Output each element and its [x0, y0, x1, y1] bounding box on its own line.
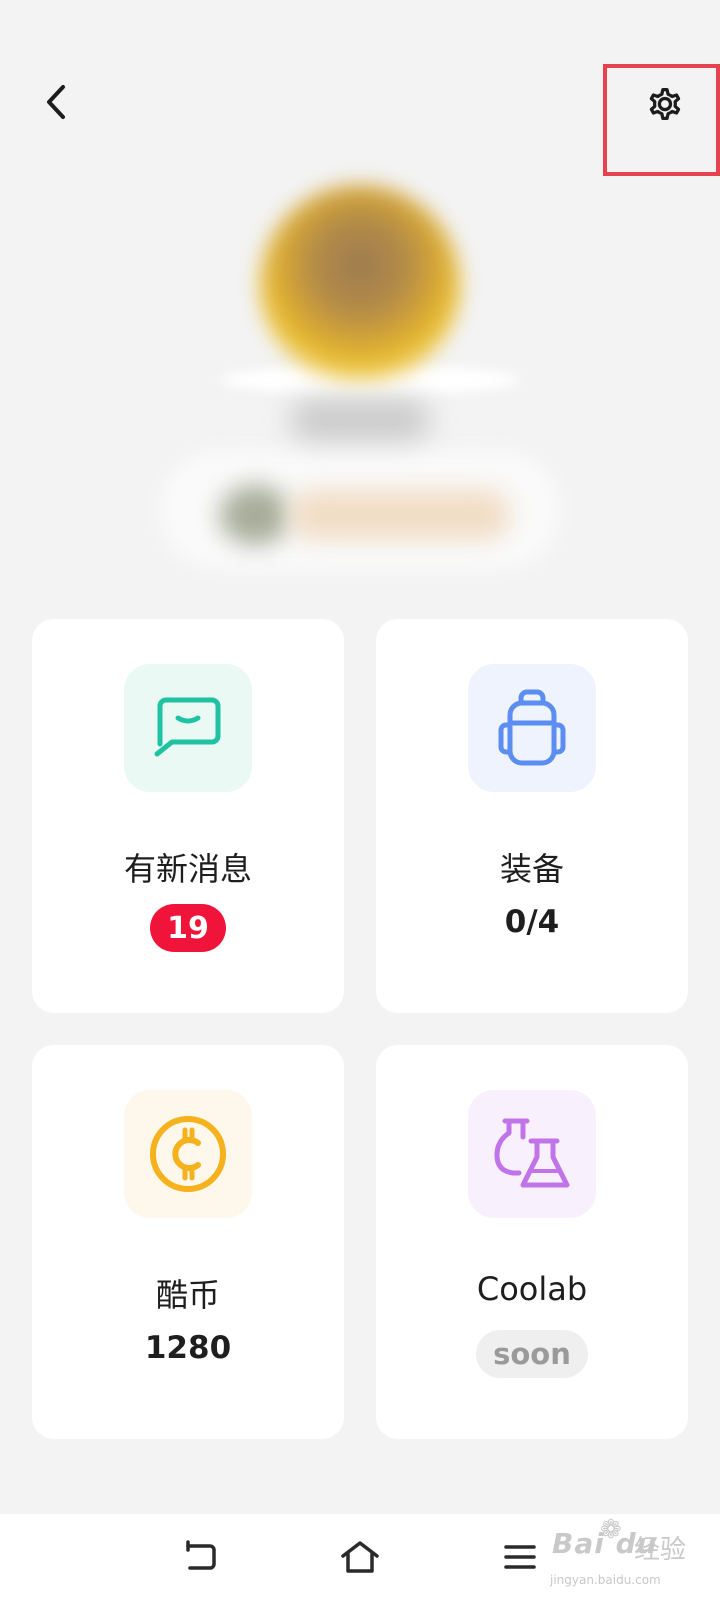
- avatar[interactable]: [260, 185, 460, 385]
- chat-bubble-icon: [154, 697, 221, 757]
- coin-icon: [150, 1116, 226, 1192]
- equipment-card[interactable]: 装备 0/4: [376, 619, 688, 1013]
- username-blurred: [290, 400, 430, 440]
- coins-balance: 1280: [144, 1330, 232, 1366]
- nav-home-button[interactable]: [330, 1532, 390, 1582]
- nav-back-icon: [186, 1540, 216, 1570]
- flask-icon: [494, 1118, 570, 1188]
- equipment-title: 装备: [499, 850, 564, 888]
- watermark-url: jingyan.baidu.com: [550, 1573, 661, 1587]
- home-icon: [341, 1541, 379, 1573]
- level-badge-blurred: [220, 485, 290, 545]
- coming-soon-pill: soon: [476, 1330, 588, 1378]
- menu-icon: [504, 1545, 536, 1569]
- coins-icon-tile: [124, 1090, 252, 1218]
- paw-icon: ❁: [600, 1515, 622, 1545]
- settings-highlight-box: [603, 64, 720, 176]
- messages-icon-tile: [124, 664, 252, 792]
- top-bar: [0, 0, 720, 180]
- chevron-left-icon: [47, 85, 65, 119]
- watermark-cn-text: 经验: [634, 1535, 687, 1565]
- level-bar-blurred: [290, 490, 510, 540]
- coins-card[interactable]: 酷币 1280: [32, 1045, 344, 1439]
- nav-back-button[interactable]: [170, 1532, 230, 1582]
- equipment-count: 0/4: [504, 904, 560, 940]
- messages-title: 有新消息: [123, 850, 252, 888]
- coolab-icon-tile: [468, 1090, 596, 1218]
- coins-title: 酷币: [155, 1276, 220, 1314]
- equipment-icon-tile: [468, 664, 596, 792]
- back-button[interactable]: [36, 78, 76, 126]
- coolab-title: Coolab: [476, 1270, 588, 1308]
- messages-card[interactable]: 有新消息 19: [32, 619, 344, 1013]
- profile-header: [160, 160, 560, 580]
- coolab-card[interactable]: Coolab soon: [376, 1045, 688, 1439]
- unread-count-badge: 19: [150, 904, 226, 952]
- baidu-jingyan-watermark: Bai du ❁ 经验 jingyan.baidu.com: [548, 1515, 718, 1599]
- nav-menu-button[interactable]: [490, 1532, 550, 1582]
- backpack-icon: [498, 689, 566, 766]
